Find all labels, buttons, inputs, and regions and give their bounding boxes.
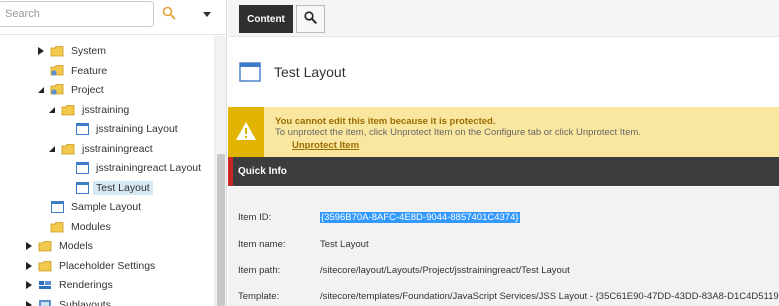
layout-icon [50,200,64,214]
tree-node-feature[interactable]: Feature [36,61,110,80]
feature-folder-icon [50,64,64,78]
tree-node-label: Sample Layout [71,200,142,213]
search-input[interactable] [0,1,154,27]
tree-node-sample-layout[interactable]: Sample Layout [36,197,144,216]
search-icon [304,11,317,27]
warning-icon [235,121,257,144]
collapse-arrow-icon[interactable] [47,105,57,115]
item-path-value: /sitecore/layout/Layouts/Project/jsstrai… [320,265,570,276]
template-label: Template: [238,291,280,302]
quick-info-section-header[interactable]: Quick Info [228,157,779,186]
folder-icon [50,44,64,58]
tree-node-label: Sublayouts [59,298,111,306]
tree-node-label: jsstrainingreact Layout [96,161,202,174]
folder-icon [38,259,52,273]
layout-icon [239,61,261,82]
layout-icon [75,181,89,195]
tree-node-label: jsstrainingreact [82,142,153,155]
tree-node-label: jsstraining Layout [96,122,178,135]
renderings-icon [38,278,52,292]
folder-icon [61,103,75,117]
tree-node-label: Renderings [59,278,113,291]
content-tree-pane: System Feature Project jsstraining jsstr… [0,0,227,306]
item-name-value: Test Layout [320,239,369,250]
expand-arrow-icon[interactable] [24,280,34,290]
tree-node-jsstraining[interactable]: jsstraining [47,100,132,119]
tree-node-project[interactable]: Project [36,80,107,99]
folder-icon [38,239,52,253]
folder-icon [50,220,64,234]
tree-node-modules[interactable]: Modules [36,217,114,236]
search-options-dropdown[interactable] [194,1,220,27]
tree-node-label: Feature [71,64,108,77]
expand-arrow-icon[interactable] [36,46,46,56]
tree-node-label: Test Layout [93,180,153,195]
sublayouts-icon [38,298,52,306]
content-editor-pane: Content Test Layout You cannot edit this… [228,0,779,306]
expand-arrow-icon[interactable] [24,261,34,271]
tree-node-sublayouts[interactable]: Sublayouts [24,295,114,306]
tree-node-label: System [71,44,107,57]
project-folder-icon [50,83,64,97]
collapse-arrow-icon[interactable] [47,144,57,154]
tree-node-placeholder-settings[interactable]: Placeholder Settings [24,256,158,275]
item-path-label: Item path: [238,265,281,276]
warning-text: To unprotect the item, click Unprotect I… [275,127,641,138]
expand-arrow-icon[interactable] [24,241,34,251]
section-accent [228,157,233,186]
layout-icon [75,122,89,136]
search-button[interactable] [154,1,184,27]
warning-stripe [228,107,264,157]
item-id-text[interactable]: {3596B70A-8AFC-4E8D-9044-8857401C4374} [320,212,520,223]
tree-node-label: Placeholder Settings [59,259,156,272]
unprotect-item-link[interactable]: Unprotect Item [292,140,359,151]
item-header: Test Layout [228,38,779,105]
content-tree: System Feature Project jsstraining jsstr… [0,36,214,306]
tree-node-label: jsstraining [82,103,130,116]
collapse-arrow-icon[interactable] [36,85,46,95]
quick-info-title: Quick Info [238,166,287,177]
tree-node-label: Project [71,83,104,96]
layout-icon [75,161,89,175]
quick-info-body: Item ID: {3596B70A-8AFC-4E8D-9044-885740… [228,187,779,306]
scrollbar-thumb[interactable] [217,154,225,306]
warning-title: You cannot edit this item because it is … [275,116,496,127]
tab-content[interactable]: Content [239,5,293,33]
tree-scrollbar[interactable] [214,36,226,306]
template-value[interactable]: /sitecore/templates/Foundation/JavaScrip… [320,291,779,302]
search-icon [162,6,176,23]
item-title: Test Layout [274,63,346,80]
divider [0,34,226,35]
tree-node-jsstrainingreact[interactable]: jsstrainingreact [47,139,156,158]
tree-node-label: Models [59,239,93,252]
tree-search-bar [0,0,226,30]
tree-node-label: Modules [71,220,111,233]
tree-node-jsstraining-layout[interactable]: jsstraining Layout [61,119,181,138]
item-id-value[interactable]: {3596B70A-8AFC-4E8D-9044-8857401C4374} [320,212,520,223]
tab-search[interactable] [296,5,325,33]
expand-arrow-icon[interactable] [24,300,34,306]
tree-node-models[interactable]: Models [24,236,96,255]
tree-node-renderings[interactable]: Renderings [24,275,116,294]
tree-node-system[interactable]: System [36,41,109,60]
item-name-label: Item name: [238,239,286,250]
editor-tabbar: Content [228,0,779,37]
caret-down-icon [202,7,212,22]
tree-node-jsstrainingreact-layout[interactable]: jsstrainingreact Layout [61,158,204,177]
item-id-label: Item ID: [238,212,272,223]
tree-node-test-layout[interactable]: Test Layout [61,178,153,197]
folder-icon [61,142,75,156]
protected-warning: You cannot edit this item because it is … [228,107,779,157]
